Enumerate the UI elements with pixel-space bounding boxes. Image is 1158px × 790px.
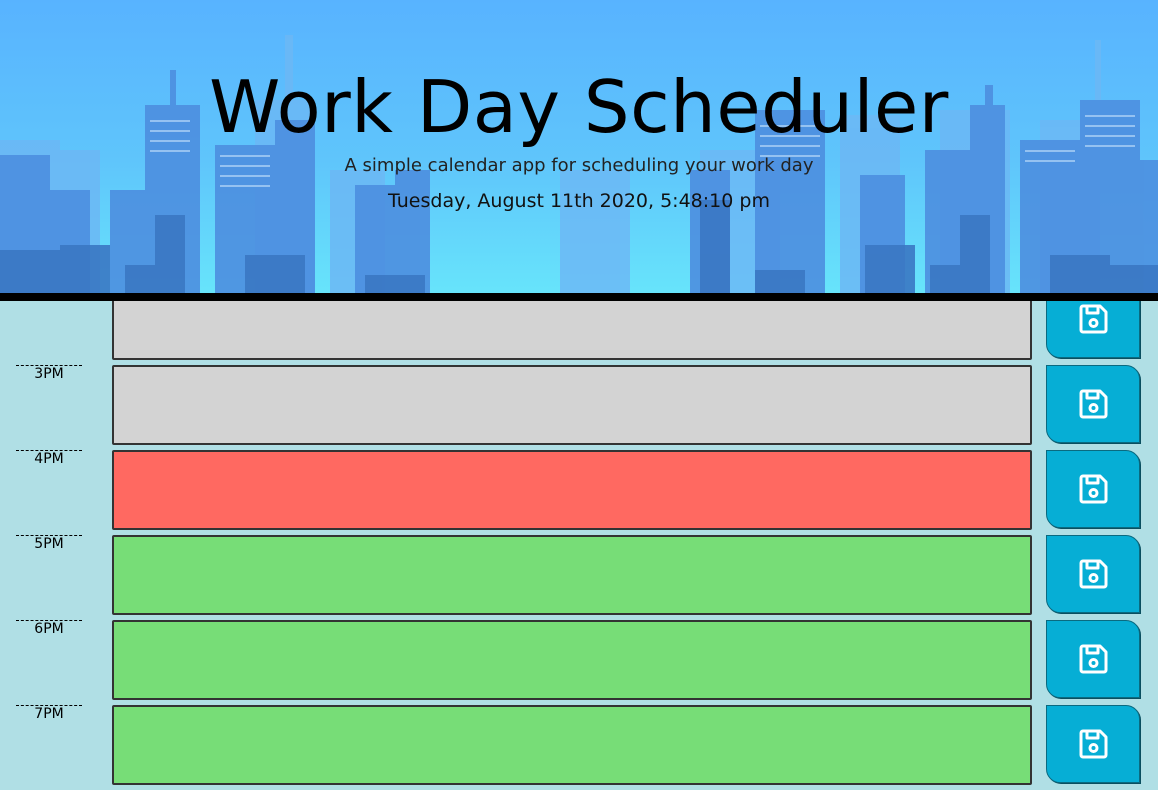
- timeblock-row: 5PM: [0, 535, 1158, 615]
- save-icon: [1079, 729, 1108, 759]
- hour-label: 6PM: [16, 620, 82, 701]
- timeblock-row: 4PM: [0, 450, 1158, 530]
- jumbotron-header: Work Day Scheduler A simple calendar app…: [0, 0, 1158, 293]
- save-button[interactable]: [1046, 705, 1140, 783]
- event-description-input[interactable]: [112, 301, 1032, 360]
- event-description-input[interactable]: [112, 365, 1032, 445]
- save-button[interactable]: [1046, 535, 1140, 613]
- save-button[interactable]: [1046, 301, 1140, 358]
- save-icon: [1079, 389, 1108, 419]
- event-description-input[interactable]: [112, 620, 1032, 700]
- current-day: Tuesday, August 11th 2020, 5:48:10 pm: [388, 190, 770, 212]
- timeblock-container: 3PM 4PM 5PM 6PM 7PM: [0, 301, 1158, 790]
- timeblock-row: 7PM: [0, 705, 1158, 785]
- hour-label: 3PM: [16, 365, 82, 446]
- save-icon: [1079, 304, 1108, 334]
- save-button[interactable]: [1046, 620, 1140, 698]
- event-description-input[interactable]: [112, 450, 1032, 530]
- save-button[interactable]: [1046, 450, 1140, 528]
- hour-label: 7PM: [16, 705, 82, 786]
- save-button[interactable]: [1046, 365, 1140, 443]
- save-icon: [1079, 559, 1108, 589]
- hour-label: [16, 301, 82, 360]
- timeblock-row: [0, 301, 1158, 360]
- timeblock-row: 3PM: [0, 365, 1158, 445]
- save-icon: [1079, 474, 1108, 504]
- page-title: Work Day Scheduler: [209, 65, 949, 149]
- save-icon: [1079, 644, 1108, 674]
- page-subtitle: A simple calendar app for scheduling you…: [344, 155, 814, 176]
- event-description-input[interactable]: [112, 535, 1032, 615]
- timeblock-row: 6PM: [0, 620, 1158, 700]
- event-description-input[interactable]: [112, 705, 1032, 785]
- hour-label: 4PM: [16, 450, 82, 531]
- header-text: Work Day Scheduler A simple calendar app…: [0, 0, 1158, 293]
- hour-label: 5PM: [16, 535, 82, 616]
- header-divider: [0, 293, 1158, 301]
